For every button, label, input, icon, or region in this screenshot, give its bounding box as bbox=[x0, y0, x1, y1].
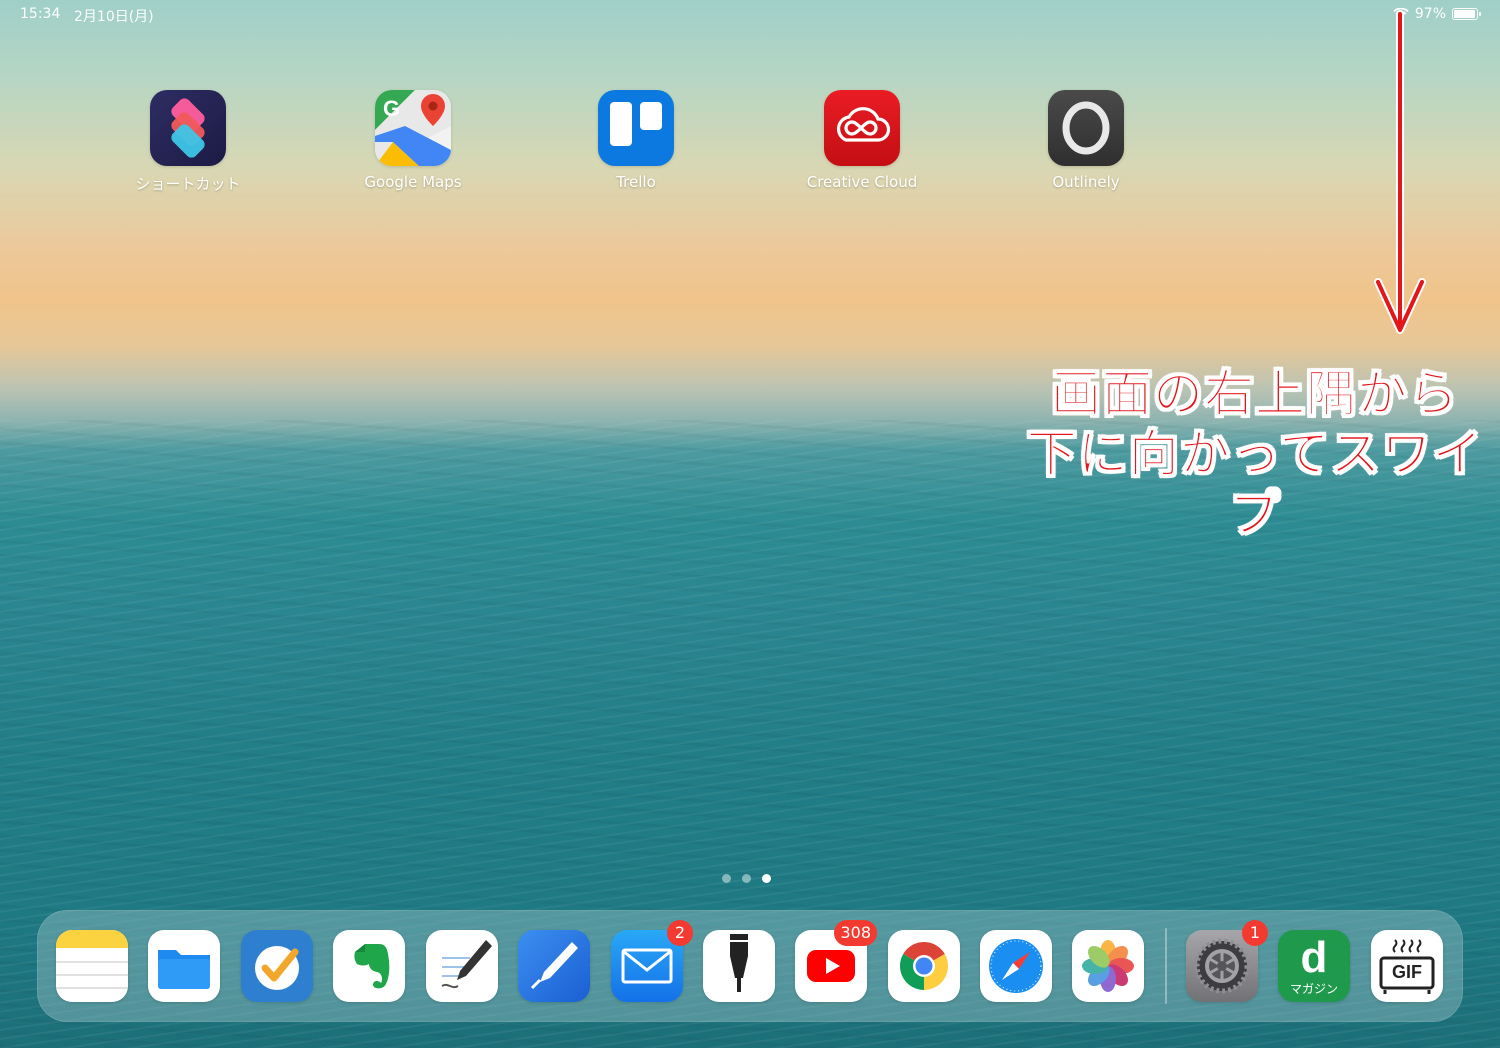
mail-badge: 2 bbox=[667, 920, 693, 946]
dock-app-pen[interactable] bbox=[518, 930, 590, 1002]
chrome-icon bbox=[888, 930, 960, 1002]
status-date: 2月10日(月) bbox=[74, 9, 154, 25]
creative-cloud-icon bbox=[824, 90, 900, 166]
technical-pen-icon bbox=[703, 930, 775, 1002]
dock-app-files[interactable] bbox=[148, 930, 220, 1002]
dock-app-evernote[interactable] bbox=[333, 930, 405, 1002]
settings-badge: 1 bbox=[1242, 920, 1268, 946]
app-trello[interactable]: Trello bbox=[556, 90, 716, 191]
battery-fill bbox=[1454, 10, 1476, 18]
app-creative-cloud[interactable]: Creative Cloud bbox=[782, 90, 942, 191]
dock-app-d-magazine[interactable]: d マガジン bbox=[1278, 930, 1350, 1002]
trello-icon bbox=[598, 90, 674, 166]
evernote-icon bbox=[333, 930, 405, 1002]
dock-app-notes[interactable] bbox=[56, 930, 128, 1002]
annotation-text: 画面の右上隅から 下に向かってスワイプ bbox=[1020, 364, 1490, 544]
page-dot-active bbox=[762, 874, 771, 883]
battery-icon bbox=[1452, 8, 1481, 20]
gif-label: GIF bbox=[1392, 962, 1422, 982]
gif-maker-icon: GIF bbox=[1371, 930, 1443, 1002]
dock-app-omnifocus[interactable] bbox=[241, 930, 313, 1002]
notes-icon bbox=[56, 930, 128, 1002]
dock-app-chrome[interactable] bbox=[888, 930, 960, 1002]
dock-divider bbox=[1165, 928, 1167, 1004]
annotation-line-2: 下に向かってスワイプ bbox=[1026, 425, 1484, 544]
dock-app-youtube[interactable]: 308 bbox=[795, 920, 877, 1002]
page-dot bbox=[722, 874, 731, 883]
app-outlinely[interactable]: Outlinely bbox=[1006, 90, 1166, 191]
pen-app-icon bbox=[518, 930, 590, 1002]
shortcuts-icon bbox=[150, 90, 226, 166]
dock-app-goodnotes[interactable] bbox=[426, 930, 498, 1002]
annotation-arrow bbox=[1374, 10, 1426, 334]
app-google-maps[interactable]: G Google Maps bbox=[333, 90, 493, 191]
status-time: 15:34 bbox=[20, 6, 61, 22]
dock-app-settings[interactable]: 1 bbox=[1186, 920, 1268, 1002]
app-shortcuts[interactable]: ショートカット bbox=[108, 90, 268, 194]
outlinely-icon bbox=[1048, 90, 1124, 166]
dock-app-gif-maker[interactable]: GIF bbox=[1371, 930, 1443, 1002]
youtube-badge: 308 bbox=[834, 920, 877, 946]
omnifocus-icon bbox=[241, 930, 313, 1002]
dock: 2 308 1 d マガジン GIF bbox=[37, 910, 1463, 1022]
svg-text:G: G bbox=[383, 96, 400, 121]
dock-app-photos[interactable] bbox=[1072, 930, 1144, 1002]
status-bar: 15:34 2月10日(月) 97% bbox=[0, 0, 1500, 30]
annotation-line-1: 画面の右上隅から bbox=[1051, 365, 1459, 424]
page-dot bbox=[742, 874, 751, 883]
safari-icon bbox=[980, 930, 1052, 1002]
dock-app-technical-pen[interactable] bbox=[703, 930, 775, 1002]
app-label: Google Maps bbox=[364, 173, 462, 191]
d-magazine-label: マガジン bbox=[1289, 982, 1338, 996]
dock-app-mail[interactable]: 2 bbox=[611, 920, 693, 1002]
app-label: Trello bbox=[616, 173, 656, 191]
goodnotes-icon bbox=[426, 930, 498, 1002]
photos-icon bbox=[1072, 930, 1144, 1002]
app-label: Outlinely bbox=[1052, 173, 1120, 191]
dock-app-safari[interactable] bbox=[980, 930, 1052, 1002]
page-indicator[interactable] bbox=[722, 874, 771, 883]
app-label: Creative Cloud bbox=[806, 173, 918, 191]
d-magazine-icon: d マガジン bbox=[1278, 930, 1350, 1002]
app-label: ショートカット bbox=[135, 175, 241, 193]
svg-text:d: d bbox=[1301, 933, 1328, 982]
files-icon bbox=[148, 930, 220, 1002]
google-maps-icon: G bbox=[375, 90, 451, 166]
